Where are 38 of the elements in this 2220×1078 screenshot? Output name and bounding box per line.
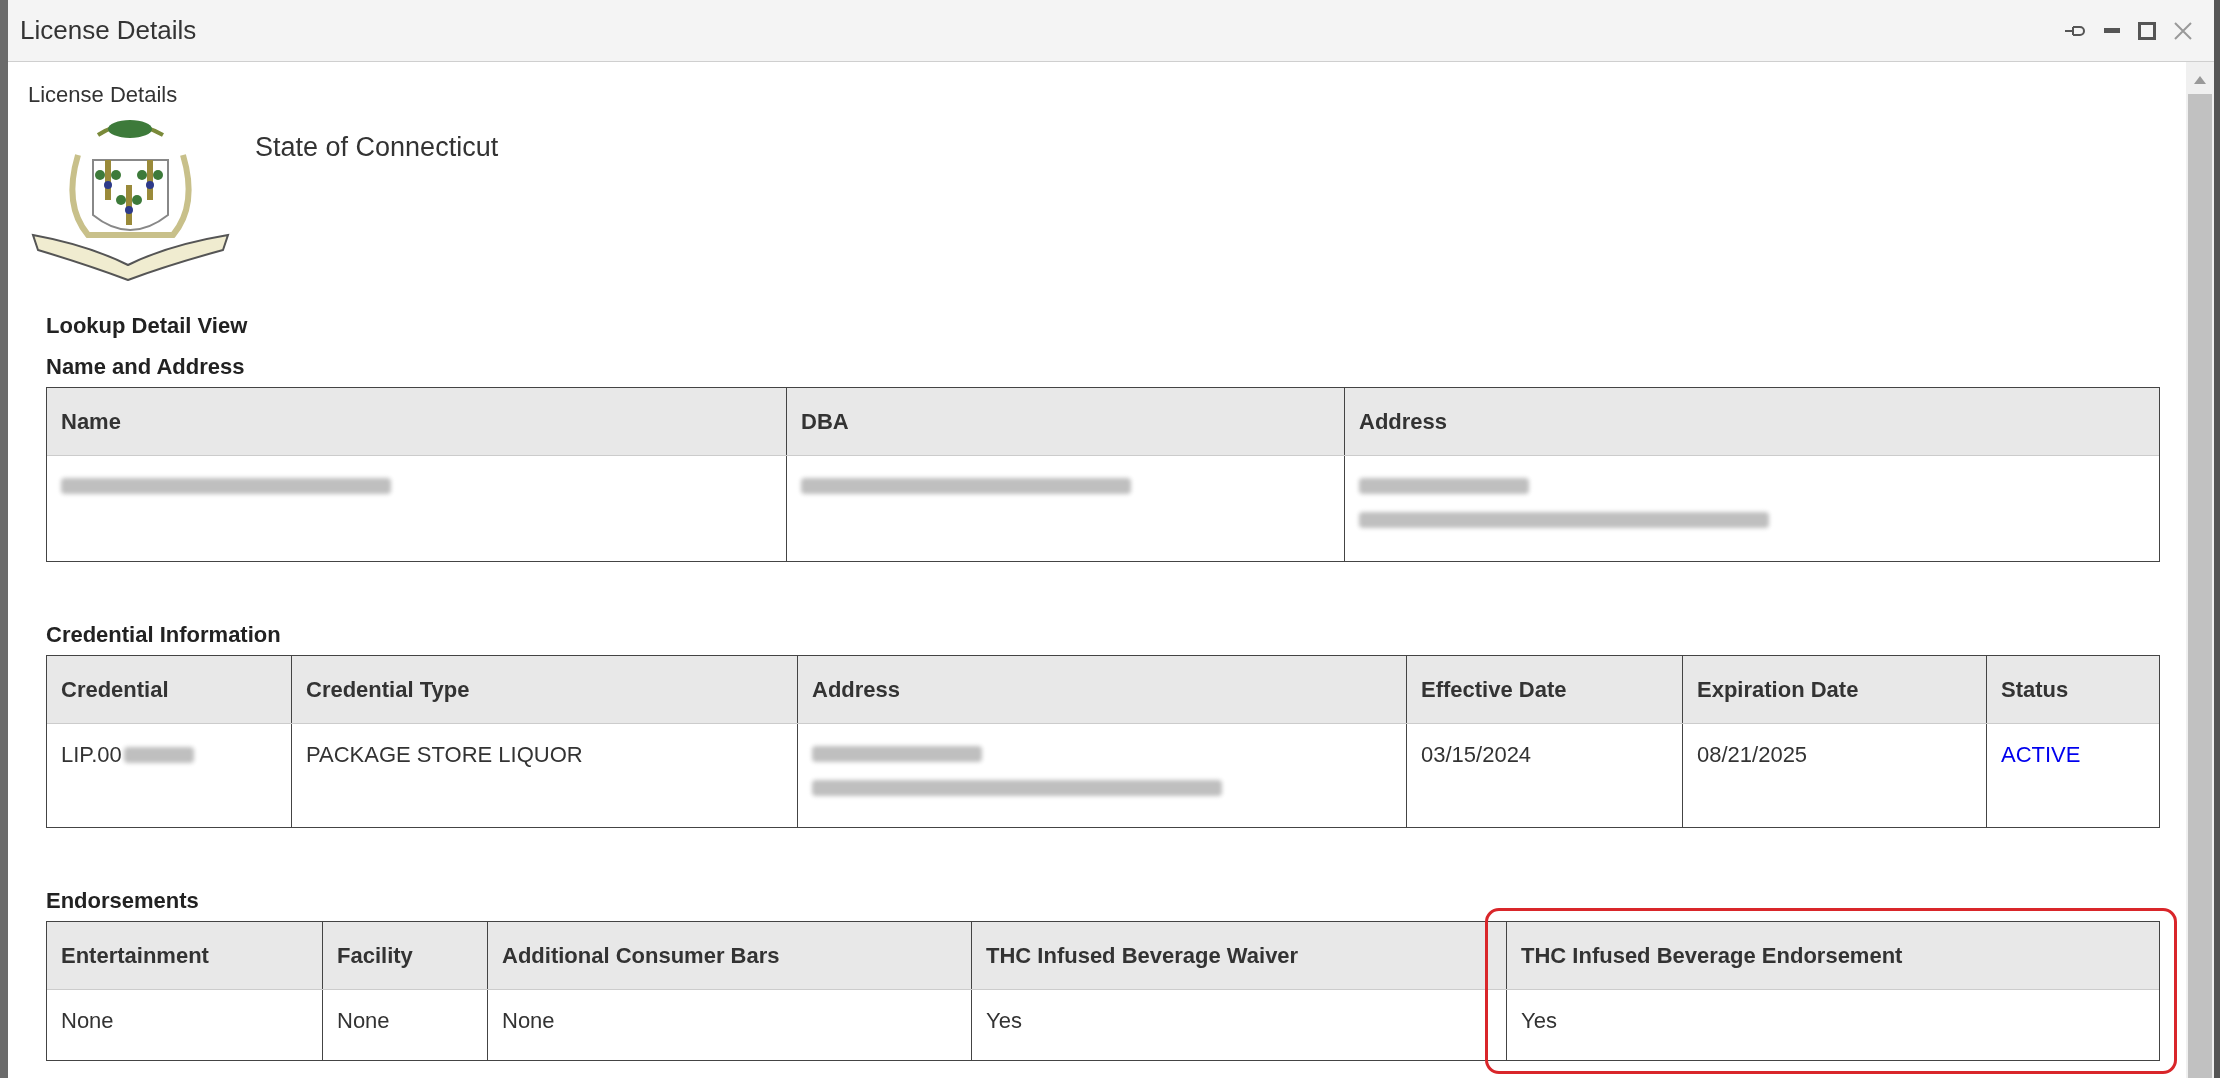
cell-text: None (61, 1008, 114, 1033)
window-title: License Details (20, 14, 197, 47)
section-heading: Name and Address (46, 353, 246, 381)
column-header: Entertainment (60, 942, 210, 970)
view-title: Lookup Detail View (46, 312, 249, 340)
cell-text: 08/21/2025 (1697, 742, 1808, 767)
column-header: Status (1986, 656, 2161, 723)
maximize-icon[interactable] (2138, 21, 2156, 40)
column-header: Additional Consumer Bars (487, 922, 971, 989)
credential-number: LIP.00 (61, 741, 122, 769)
redacted-text (123, 746, 194, 763)
scrollbar[interactable] (2186, 62, 2214, 1078)
column-header: DBA (786, 388, 1344, 455)
minimize-icon[interactable] (2104, 27, 2120, 34)
close-icon[interactable] (2174, 21, 2192, 40)
column-header: THC Infused Beverage Waiver (971, 922, 1506, 989)
status-link[interactable]: ACTIVE (2001, 742, 2081, 767)
pin-icon[interactable] (2064, 23, 2086, 38)
column-header: Credential (60, 676, 170, 704)
scroll-up-icon[interactable] (2194, 76, 2206, 84)
column-header: Expiration Date (1682, 656, 1986, 723)
state-name: State of Connecticut (255, 131, 499, 164)
column-header: Name (60, 408, 122, 436)
cell-text: 03/15/2024 (1421, 742, 1532, 767)
column-header: Address (1344, 388, 2161, 455)
cell-text: None (337, 1008, 390, 1033)
column-header: Facility (322, 922, 487, 989)
column-header: Effective Date (1406, 656, 1682, 723)
cell-text: Yes (1521, 1008, 1557, 1033)
section-heading: Credential Information (46, 621, 282, 649)
scrollbar-thumb[interactable] (2188, 94, 2212, 1078)
section-heading: Endorsements (46, 887, 200, 915)
cell-text: None (502, 1008, 555, 1033)
column-header: Address (797, 656, 1406, 723)
cell-text: PACKAGE STORE LIQUOR (306, 742, 583, 767)
column-header: Credential Type (291, 656, 797, 723)
page-heading: License Details (28, 81, 179, 109)
cell-text: Yes (986, 1008, 1022, 1033)
